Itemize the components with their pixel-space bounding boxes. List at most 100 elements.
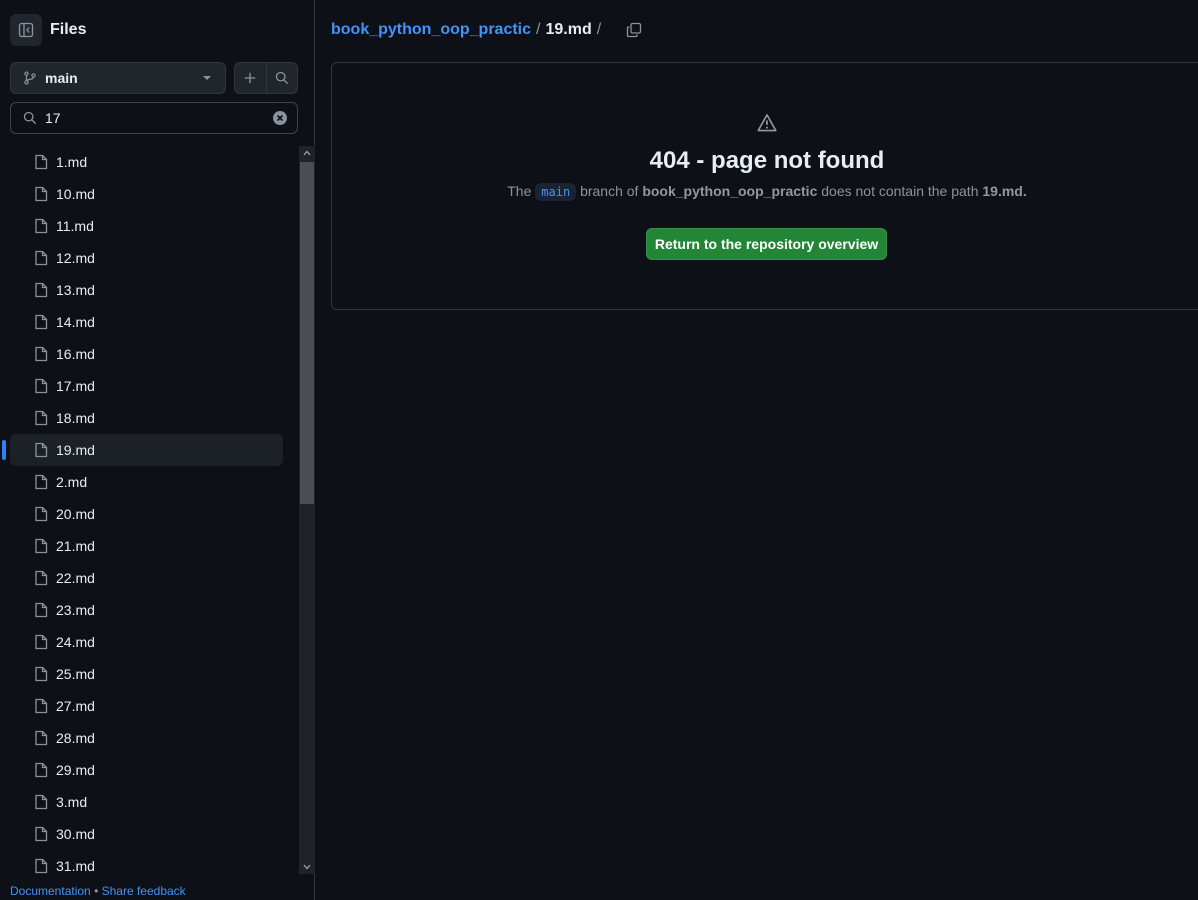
file-icon <box>35 186 48 202</box>
tree-item-label: 27.md <box>56 698 95 714</box>
tree-item-label: 30.md <box>56 826 95 842</box>
tree-item[interactable]: 3.md <box>10 786 283 818</box>
copy-path-button[interactable] <box>624 20 644 40</box>
error-title: 404 - page not found <box>649 147 885 174</box>
error-panel: 404 - page not found The main branch of … <box>331 62 1198 310</box>
tree-item-label: 12.md <box>56 250 95 266</box>
breadcrumb-file: 19.md <box>545 21 592 38</box>
tree-item[interactable]: 30.md <box>10 818 283 850</box>
file-tree-scrollbar[interactable] <box>299 146 315 874</box>
collapse-sidebar-button[interactable] <box>10 14 42 46</box>
sidebar-title: Files <box>50 21 87 38</box>
add-file-button[interactable] <box>235 63 266 93</box>
file-icon <box>35 250 48 266</box>
file-tree-sidebar: Files main 17 1.md 10.md 11.md 12.md 13.… <box>0 0 315 900</box>
branch-code: main <box>535 183 577 201</box>
branch-selector[interactable]: main <box>10 62 226 94</box>
tree-item[interactable]: 16.md <box>10 338 283 370</box>
tree-item-label: 29.md <box>56 762 95 778</box>
tree-item[interactable]: 14.md <box>10 306 283 338</box>
file-icon <box>35 698 48 714</box>
file-icon <box>35 858 48 874</box>
tree-item[interactable]: 17.md <box>10 370 283 402</box>
tree-item[interactable]: 22.md <box>10 562 283 594</box>
tree-item-label: 11.md <box>56 218 94 234</box>
documentation-link[interactable]: Documentation <box>10 884 91 898</box>
msg-prefix: The <box>507 183 532 199</box>
tree-item[interactable]: 1.md <box>10 146 283 178</box>
sidebar-header: Files <box>10 14 86 46</box>
tree-item-label: 16.md <box>56 346 95 362</box>
plus-icon <box>245 72 256 84</box>
tree-item[interactable]: 20.md <box>10 498 283 530</box>
tree-item[interactable]: 31.md <box>10 850 283 874</box>
scroll-thumb[interactable] <box>300 162 314 504</box>
tree-item[interactable]: 24.md <box>10 626 283 658</box>
sidebar-footer: Documentation • Share feedback <box>10 884 186 898</box>
tree-item-label: 20.md <box>56 506 95 522</box>
tree-item-label: 14.md <box>56 314 95 330</box>
share-feedback-link[interactable]: Share feedback <box>102 884 186 898</box>
breadcrumb-repo-link[interactable]: book_python_oop_practic <box>331 21 531 39</box>
tree-item-label: 22.md <box>56 570 95 586</box>
file-icon <box>35 826 48 842</box>
file-icon <box>35 762 48 778</box>
tree-item[interactable]: 25.md <box>10 658 283 690</box>
tree-item-label: 13.md <box>56 282 95 298</box>
tree-item-label: 19.md <box>56 442 95 458</box>
tree-item-label: 25.md <box>56 666 95 682</box>
chevron-down-icon <box>303 864 311 870</box>
scroll-up-button[interactable] <box>299 146 315 160</box>
file-icon <box>35 314 48 330</box>
file-icon <box>35 506 48 522</box>
file-icon <box>35 410 48 426</box>
scroll-down-button[interactable] <box>299 860 315 874</box>
msg-mid: branch of <box>580 183 639 199</box>
msg-suffix: does not contain the path <box>821 183 979 199</box>
tree-item-label: 23.md <box>56 602 95 618</box>
tree-item[interactable]: 12.md <box>10 242 283 274</box>
file-icon <box>35 442 48 458</box>
file-filter-box <box>10 102 298 134</box>
file-actions-group <box>234 62 298 94</box>
file-icon <box>35 634 48 650</box>
file-icon <box>35 794 48 810</box>
tree-item-label: 31.md <box>56 858 95 874</box>
tree-item[interactable]: 13.md <box>10 274 283 306</box>
file-icon <box>35 570 48 586</box>
file-icon <box>35 282 48 298</box>
footer-separator: • <box>94 884 99 898</box>
return-to-overview-button[interactable]: Return to the repository overview <box>646 228 887 260</box>
tree-item-label: 10.md <box>56 186 95 202</box>
search-code-button[interactable] <box>265 63 297 93</box>
tree-item[interactable]: 18.md <box>10 402 283 434</box>
tree-item[interactable]: 29.md <box>10 754 283 786</box>
tree-item[interactable]: 11.md <box>10 210 283 242</box>
tree-item[interactable]: 23.md <box>10 594 283 626</box>
file-filter-input[interactable] <box>45 110 255 126</box>
tree-item[interactable]: 28.md <box>10 722 283 754</box>
breadcrumb-separator: / <box>536 21 541 38</box>
tree-item-label: 17.md <box>56 378 95 394</box>
file-icon <box>35 378 48 394</box>
tree-item[interactable]: 27.md <box>10 690 283 722</box>
error-message: The main branch of book_python_oop_pract… <box>332 183 1198 201</box>
error-path: 19.md. <box>982 183 1027 199</box>
file-tree: 1.md 10.md 11.md 12.md 13.md 14.md 16.md 17.md 1… <box>0 146 298 874</box>
tree-item-label: 28.md <box>56 730 95 746</box>
tree-item-label: 21.md <box>56 538 95 554</box>
breadcrumb-separator: / <box>596 21 602 38</box>
sidebar-collapse-icon <box>18 22 34 38</box>
clear-icon <box>276 114 284 122</box>
tree-item[interactable]: 19.md <box>2 434 283 466</box>
tree-item[interactable]: 10.md <box>10 178 283 210</box>
breadcrumb: book_python_oop_practic / 19.md / <box>331 20 644 40</box>
clear-filter-button[interactable] <box>273 111 287 125</box>
tree-item[interactable]: 2.md <box>10 466 283 498</box>
tree-item[interactable]: 21.md <box>10 530 283 562</box>
file-icon <box>35 602 48 618</box>
branch-name: main <box>45 70 78 86</box>
file-icon <box>35 346 48 362</box>
file-icon <box>35 218 48 234</box>
chevron-down-icon <box>203 76 211 80</box>
